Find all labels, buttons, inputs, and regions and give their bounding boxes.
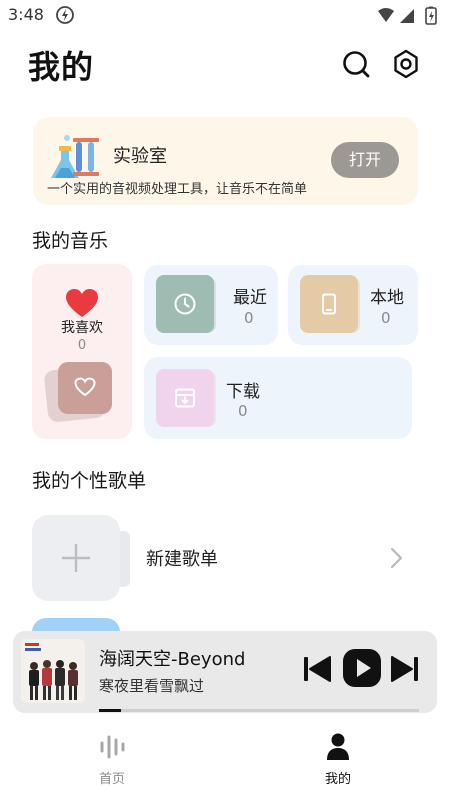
next-icon[interactable] bbox=[389, 653, 421, 685]
download-label: 下载 bbox=[226, 382, 260, 402]
wifi-icon bbox=[378, 8, 394, 22]
nav-home[interactable]: 首页 bbox=[72, 728, 152, 788]
heart-outline-icon bbox=[74, 377, 96, 397]
lab-title: 实验室 bbox=[113, 146, 167, 167]
lab-open-button[interactable]: 打开 bbox=[331, 142, 399, 178]
local-thumb bbox=[300, 275, 358, 333]
local-count: 0 bbox=[381, 309, 391, 327]
clock-icon bbox=[174, 293, 196, 315]
search-icon[interactable] bbox=[340, 48, 372, 80]
new-playlist-thumb[interactable] bbox=[32, 515, 120, 601]
recent-thumb bbox=[156, 275, 214, 333]
status-icons bbox=[378, 6, 437, 25]
new-playlist-label: 新建歌单 bbox=[146, 549, 218, 570]
heart-icon bbox=[66, 289, 98, 317]
recent-label: 最近 bbox=[233, 288, 267, 308]
mini-player[interactable]: 海阔天空-Beyond 寒夜里看雪飘过 bbox=[13, 631, 437, 713]
signal-icon bbox=[400, 9, 414, 23]
status-bar: 3:48 bbox=[0, 0, 450, 32]
lab-card[interactable]: 实验室 一个实用的音视频处理工具，让音乐不在简单 打开 bbox=[33, 117, 418, 205]
progress-fill bbox=[99, 709, 122, 712]
my-music-title: 我的音乐 bbox=[32, 230, 109, 252]
nav-mine[interactable]: 我的 bbox=[298, 728, 378, 788]
play-button[interactable] bbox=[342, 648, 382, 688]
local-tile[interactable]: 本地 0 bbox=[288, 265, 418, 345]
favorites-thumb bbox=[58, 362, 112, 414]
recent-count: 0 bbox=[244, 309, 254, 327]
user-icon bbox=[327, 733, 349, 760]
plus-icon bbox=[62, 544, 90, 572]
download-count: 0 bbox=[238, 402, 248, 420]
chevron-right-icon bbox=[390, 547, 403, 569]
album-art bbox=[21, 639, 85, 703]
sound-wave-icon bbox=[100, 735, 125, 759]
local-label: 本地 bbox=[370, 288, 404, 308]
phone-icon bbox=[322, 293, 336, 315]
download-tile[interactable]: 下载 0 bbox=[144, 357, 412, 439]
favorites-card[interactable]: 我喜欢 0 bbox=[32, 264, 132, 439]
album-cover[interactable] bbox=[21, 639, 85, 703]
song-title: 海阔天空-Beyond bbox=[99, 649, 246, 670]
playlists-title: 我的个性歌单 bbox=[32, 470, 147, 492]
settings-icon[interactable] bbox=[390, 48, 422, 80]
current-lyric: 寒夜里看雪飘过 bbox=[99, 677, 205, 695]
nav-mine-label: 我的 bbox=[324, 772, 351, 787]
download-box-icon bbox=[175, 388, 195, 408]
nav-home-label: 首页 bbox=[98, 772, 125, 787]
progress-bar[interactable] bbox=[99, 709, 419, 712]
favorites-label: 我喜欢 bbox=[61, 320, 103, 336]
page-title: 我的 bbox=[28, 48, 95, 86]
status-time: 3:48 bbox=[8, 5, 44, 24]
previous-icon[interactable] bbox=[301, 653, 333, 685]
download-thumb bbox=[156, 369, 214, 427]
power-saving-icon bbox=[56, 6, 74, 24]
recent-tile[interactable]: 最近 0 bbox=[144, 265, 278, 345]
lab-description: 一个实用的音视频处理工具，让音乐不在简单 bbox=[47, 182, 308, 197]
favorites-count: 0 bbox=[77, 338, 87, 353]
lab-flask-icon bbox=[51, 135, 99, 178]
